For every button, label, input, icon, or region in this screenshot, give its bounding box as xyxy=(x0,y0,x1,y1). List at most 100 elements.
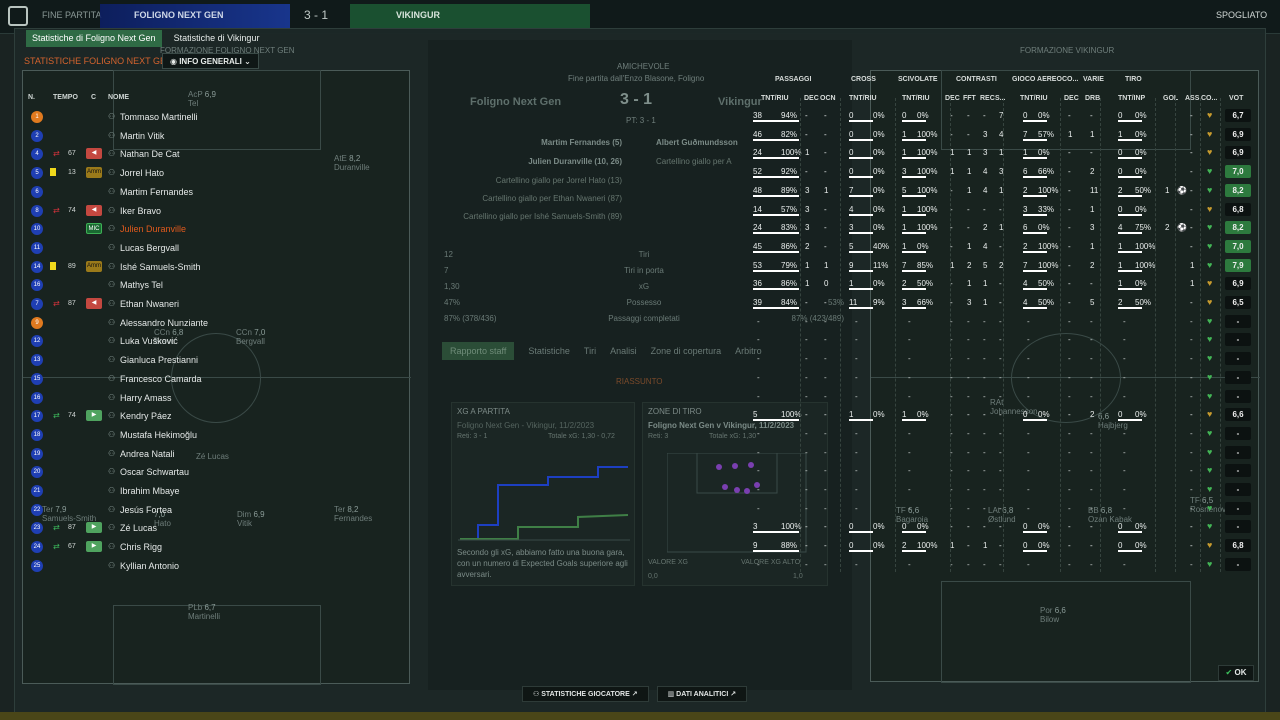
roster-row[interactable]: 16 ⚇ Harry Amass xyxy=(24,389,414,407)
roster-row[interactable]: 23 ⇄ 87 ▶ ⚇ Zé Lucas xyxy=(24,519,414,537)
ok-button[interactable]: ✔ OK xyxy=(1218,665,1254,681)
roster-row[interactable]: 14 89 Amm ⚇ Ishé Samuels-Smith xyxy=(24,258,414,276)
player-name[interactable]: Oscar Schwartau xyxy=(120,467,189,477)
stats-row[interactable]: 38 94% - -0 0% 0 0% - - -7 0 0% - -0 0% - ♥ 6,7 xyxy=(745,107,1255,125)
col-pass-tnt[interactable]: TNT/RIU xyxy=(761,95,789,102)
col-c[interactable]: C xyxy=(91,94,96,101)
stats-row[interactable]: - - - - - - - - - - - - - - ♥ - xyxy=(745,331,1255,349)
player-name[interactable]: Kendry Páez xyxy=(120,411,172,421)
player-name[interactable]: Nathan De Cat xyxy=(120,149,180,159)
roster-row[interactable]: 2 ⚇ Martin Vitik xyxy=(24,127,414,145)
roster-row[interactable]: 4 ⇄ 67 ◀ ⚇ Nathan De Cat xyxy=(24,145,414,163)
player-name[interactable]: Mustafa Hekimoğlu xyxy=(120,430,197,440)
roster-row[interactable]: 1 ⚇ Tommaso Martinelli xyxy=(24,108,414,126)
roster-row[interactable]: 15 ⚇ Francesco Camarda xyxy=(24,370,414,388)
col-time[interactable]: TEMPO xyxy=(53,94,78,101)
col-ass[interactable]: ASS xyxy=(1185,95,1199,102)
stats-row[interactable]: 14 57% 3-4 0% 1 100% - - - -3 33% -1 0 0% - ♥ 6,8 xyxy=(745,201,1255,219)
player-name[interactable]: Kyllian Antonio xyxy=(120,561,179,571)
roster-row[interactable]: 13 ⚇ Gianluca Prestianni xyxy=(24,351,414,369)
roster-row[interactable]: 6 ⚇ Martim Fernandes xyxy=(24,183,414,201)
roster-row[interactable]: 17 ⇄ 74 ▶ ⚇ Kendry Páez xyxy=(24,407,414,425)
stats-row[interactable]: 45 86% 2-5 40% 1 0% -1 4-2 100% -1 1 100% - ♥ 7,0 xyxy=(745,238,1255,256)
col-co[interactable]: CO... xyxy=(1201,95,1217,102)
col-air-tnt[interactable]: TNT/RIU xyxy=(1020,95,1048,102)
col-con-fft[interactable]: FFT xyxy=(963,95,976,102)
stats-row[interactable]: 39 84% - -11 9% 3 66% -3 1-4 50% -5 2 50% - ♥ 6,5 xyxy=(745,294,1255,312)
stats-row[interactable]: - - - - - - - - - - - - - - ♥ - xyxy=(745,556,1255,574)
roster-row[interactable]: 18 ⚇ Mustafa Hekimoğlu xyxy=(24,426,414,444)
roster-row[interactable]: 25 ⚇ Kyllian Antonio xyxy=(24,557,414,575)
col-shot-tnt[interactable]: TNT/INP xyxy=(1118,95,1145,102)
col-cross-tnt[interactable]: TNT/RIU xyxy=(849,95,877,102)
tab-coverage[interactable]: Zone di copertura xyxy=(651,346,722,360)
player-name[interactable]: Zé Lucas xyxy=(120,523,157,533)
col-tack-tnt[interactable]: TNT/RIU xyxy=(902,95,930,102)
roster-row[interactable]: 16 ⚇ Mathys Tel xyxy=(24,276,414,294)
stats-row[interactable]: 48 89% 3 1 7 0% 5 100% -1 4 1 2 100% -11 2 50% 1- ⚽ ♥ 8,2 xyxy=(745,182,1255,200)
stats-row[interactable]: 46 82% - -0 0% 1 100% - -3 4 7 57% 1 1 1 0% - ♥ 6,9 xyxy=(745,126,1255,144)
roster-row[interactable]: 5 13 Amm ⚇ Jorrel Hato xyxy=(24,164,414,182)
player-name[interactable]: Iker Bravo xyxy=(120,206,161,216)
player-name[interactable]: Ishé Samuels-Smith xyxy=(120,262,201,272)
stats-row[interactable]: - - - - - - - - - - - - - - ♥ - xyxy=(745,462,1255,480)
col-drb[interactable]: DRB xyxy=(1085,95,1100,102)
stats-row[interactable]: 53 79% 1 1 9 11% 7 85% 1 2 5 2 7 100% -2 1 100% 1 ♥ 7,9 xyxy=(745,257,1255,275)
tab-statistics[interactable]: Statistiche xyxy=(528,346,570,360)
stats-row[interactable]: 5 100% - -1 0% 1 0% - - - -0 0% -2 0 0% - ♥ 6,6 xyxy=(745,406,1255,424)
tab-foligno-stats[interactable]: Statistiche di Foligno Next Gen xyxy=(26,30,162,47)
stats-row[interactable]: 52 92% - -0 0% 3 100% 1 1 4 3 6 66% -2 0 0% - ♥ 7,0 xyxy=(745,163,1255,181)
stats-row[interactable]: 3 100% - -0 0% 0 0% - - - -0 0% - -0 0% - ♥ - xyxy=(745,518,1255,536)
roster-row[interactable]: 10 MIC ⚇ Julien Duranville xyxy=(24,220,414,238)
player-name[interactable]: Ethan Nwaneri xyxy=(120,299,179,309)
app-menu-icon[interactable] xyxy=(8,6,28,26)
xg-match-card[interactable]: XG A PARTITA Foligno Next Gen - Vikingur… xyxy=(451,402,635,586)
roster-row[interactable]: 19 ⚇ Andrea Natali xyxy=(24,445,414,463)
roster-row[interactable]: 9 ⚇ Alessandro Nunziante xyxy=(24,314,414,332)
col-num[interactable]: N. xyxy=(28,94,35,101)
player-name[interactable]: Jesús Fortea xyxy=(120,505,172,515)
player-stats-button[interactable]: ⚇ STATISTICHE GIOCATORE ↗ xyxy=(522,686,649,702)
roster-row[interactable]: 11 ⚇ Lucas Bergvall xyxy=(24,239,414,257)
tab-vikingur-stats[interactable]: Statistiche di Vikingur xyxy=(168,30,266,47)
player-name[interactable]: Ibrahim Mbaye xyxy=(120,486,180,496)
stats-row[interactable]: - - - - - - - - - - - - - - ♥ - xyxy=(745,369,1255,387)
player-name[interactable]: Alessandro Nunziante xyxy=(120,318,208,328)
player-name[interactable]: Harry Amass xyxy=(120,393,172,403)
stats-row[interactable]: 36 86% 1 0 1 0% 2 50% -1 1-4 50% - -1 0% 1 ♥ 6,9 xyxy=(745,275,1255,293)
roster-row[interactable]: 24 ⇄ 67 ▶ ⚇ Chris Rigg xyxy=(24,538,414,556)
player-name[interactable]: Julien Duranville xyxy=(120,224,186,234)
stats-row[interactable]: - - - - - - - - - - - - - - ♥ - xyxy=(745,313,1255,331)
player-name[interactable]: Andrea Natali xyxy=(120,449,175,459)
stats-row[interactable]: - - - - - - - - - - - - - - ♥ - xyxy=(745,500,1255,518)
col-pass-ocn[interactable]: OCN xyxy=(820,95,836,102)
player-name[interactable]: Lucas Bergvall xyxy=(120,243,179,253)
player-name[interactable]: Mathys Tel xyxy=(120,280,163,290)
player-name[interactable]: Francesco Camarda xyxy=(120,374,202,384)
roster-row[interactable]: 12 ⚇ Luka Vušković xyxy=(24,332,414,350)
roster-row[interactable]: 7 ⇄ 87 ◀ ⚇ Ethan Nwaneri xyxy=(24,295,414,313)
player-name[interactable]: Tommaso Martinelli xyxy=(120,112,198,122)
col-con-rec[interactable]: REC xyxy=(980,95,995,102)
player-name[interactable]: Luka Vušković xyxy=(120,336,178,346)
roster-row[interactable]: 22 ⚇ Jesús Fortea xyxy=(24,501,414,519)
col-vot[interactable]: VOT xyxy=(1229,95,1243,102)
player-name[interactable]: Martin Vitik xyxy=(120,131,164,141)
tab-staff-report[interactable]: Rapporto staff xyxy=(442,342,515,360)
player-name[interactable]: Chris Rigg xyxy=(120,542,162,552)
stats-row[interactable]: 9 88% - -0 0% 2 100% 1-1-0 0% - -0 0% - ♥ 6,8 xyxy=(745,537,1255,555)
tab-shots[interactable]: Tiri xyxy=(584,346,596,360)
stats-row[interactable]: 24 100% 1-0 0% 1 100% 1 1 3 1 1 0% - -0 0% - ♥ 6,9 xyxy=(745,144,1255,162)
col-pass-dec[interactable]: DEC xyxy=(804,95,819,102)
player-name[interactable]: Martim Fernandes xyxy=(120,187,193,197)
info-dropdown[interactable]: ◉ INFO GENERALI ⌄ xyxy=(162,53,259,69)
stats-row[interactable]: - - - - - - - - - - - - - - ♥ - xyxy=(745,481,1255,499)
col-name[interactable]: NOME xyxy=(108,94,129,101)
stats-row[interactable]: 24 83% 3-3 0% 1 100% - -2 1 6 0% -3 4 75% 2- ⚽ ♥ 8,2 xyxy=(745,219,1255,237)
player-name[interactable]: Jorrel Hato xyxy=(120,168,164,178)
col-air-dec[interactable]: DEC xyxy=(1064,95,1079,102)
stats-row[interactable]: - - - - - - - - - - - - - - ♥ - xyxy=(745,350,1255,368)
roster-row[interactable]: 8 ⇄ 74 ◀ ⚇ Iker Bravo xyxy=(24,202,414,220)
stats-row[interactable]: - - - - - - - - - - - - - - ♥ - xyxy=(745,388,1255,406)
tab-analysis[interactable]: Analisi xyxy=(610,346,637,360)
